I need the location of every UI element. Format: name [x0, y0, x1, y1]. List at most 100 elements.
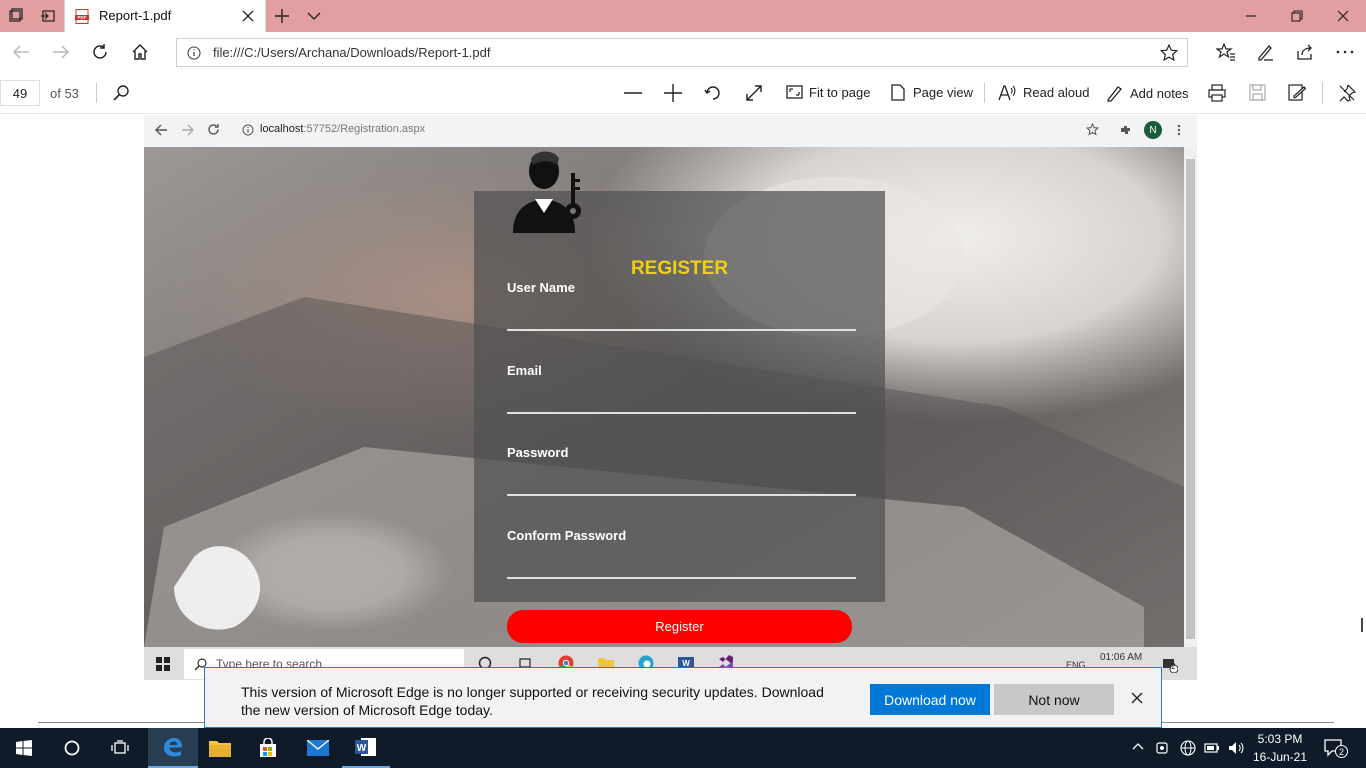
print-icon[interactable] — [1208, 84, 1226, 102]
task-view-button[interactable] — [96, 728, 144, 768]
share-icon[interactable] — [1296, 43, 1314, 61]
tab-report-pdf[interactable]: PDF Report-1.pdf — [64, 0, 266, 32]
cortana-circle-icon — [64, 740, 80, 756]
new-tab-icon[interactable] — [274, 8, 290, 24]
tab-title: Report-1.pdf — [99, 8, 172, 23]
site-info-icon[interactable] — [187, 46, 201, 60]
mail-icon — [307, 740, 329, 756]
windows-taskbar: W 5:03 PM 16-Jun-21 2 — [0, 728, 1366, 768]
store-taskbar-button[interactable] — [244, 728, 292, 768]
mail-taskbar-button[interactable] — [294, 728, 342, 768]
save-icon[interactable] — [1249, 84, 1266, 101]
divider — [1322, 82, 1323, 104]
inner-scrollbar-thumb — [1186, 159, 1195, 639]
register-button-label: Register — [655, 619, 704, 634]
edge-legacy-icon — [164, 738, 182, 757]
start-button[interactable] — [0, 728, 48, 768]
pdf-scroll-indicator[interactable] — [1361, 618, 1363, 632]
taskbar-time[interactable]: 5:03 PM — [1255, 732, 1305, 746]
page-number-input[interactable]: 49 — [0, 80, 40, 106]
close-notification-icon[interactable] — [1131, 692, 1143, 704]
download-now-button[interactable]: Download now — [870, 684, 990, 715]
close-tab-icon[interactable] — [241, 9, 255, 23]
title-bar: PDF Report-1.pdf — [0, 0, 1366, 32]
inner-notification-badge: 2 — [1171, 662, 1176, 671]
add-favorite-star-icon[interactable] — [1160, 44, 1178, 61]
file-explorer-taskbar-button[interactable] — [196, 728, 244, 768]
tab-preview-chevron-icon[interactable] — [306, 9, 322, 23]
task-view-icon — [111, 740, 129, 754]
meet-now-icon[interactable] — [1156, 740, 1172, 756]
user-name-input — [507, 329, 856, 331]
inner-profile-avatar: N — [1144, 121, 1162, 139]
notes-pen-icon[interactable] — [1256, 43, 1274, 61]
pdf-page-screenshot: localhost:57752/Registration.aspx N REGI… — [144, 115, 1197, 680]
favorites-icon[interactable] — [1216, 43, 1236, 61]
user-avatar-icon — [509, 149, 589, 233]
register-button: Register — [507, 610, 852, 643]
search-icon[interactable] — [112, 84, 130, 102]
page-total: of 53 — [50, 86, 79, 101]
back-icon[interactable] — [12, 44, 30, 60]
more-options-icon[interactable] — [1336, 50, 1354, 54]
home-icon[interactable] — [131, 43, 149, 61]
forward-icon[interactable] — [52, 44, 70, 60]
tab-actions-icon[interactable] — [8, 8, 24, 24]
inner-browser-toolbar: localhost:57752/Registration.aspx N — [144, 115, 1197, 147]
zoom-in-icon[interactable] — [664, 84, 682, 102]
page-view-icon — [891, 84, 905, 101]
pin-toolbar-icon[interactable] — [1338, 84, 1356, 102]
restore-button[interactable] — [1274, 0, 1320, 32]
fullscreen-icon[interactable] — [745, 84, 763, 102]
inner-clock: 01:06 AM — [1100, 652, 1143, 663]
fit-to-page-icon — [786, 85, 803, 99]
battery-icon[interactable] — [1204, 741, 1220, 755]
notification-message: This version of Microsoft Edge is no lon… — [241, 684, 824, 718]
pdf-toolbar: 49 of 53 Fit to page Page view Read alou… — [0, 72, 1366, 114]
inner-star-icon — [1086, 123, 1099, 136]
store-bag-icon — [260, 738, 276, 757]
confirm-password-input — [507, 577, 856, 579]
minimize-button[interactable] — [1228, 0, 1274, 32]
address-text: file:///C:/Users/Archana/Downloads/Repor… — [213, 45, 491, 60]
register-panel: REGISTER User Name Email Password Confor… — [474, 191, 885, 602]
not-now-button[interactable]: Not now — [994, 684, 1114, 715]
register-title: REGISTER — [630, 258, 729, 279]
divider — [96, 83, 97, 103]
windows-logo-icon — [16, 740, 32, 756]
close-window-button[interactable] — [1320, 0, 1366, 32]
unsupported-browser-notification: This version of Microsoft Edge is no lon… — [204, 667, 1162, 728]
svg-text:PDF: PDF — [78, 15, 87, 20]
zoom-out-icon[interactable] — [624, 92, 642, 94]
taskbar-date[interactable]: 16-Jun-21 — [1250, 750, 1310, 764]
divider — [984, 83, 985, 103]
confirm-password-label: Conform Password — [507, 528, 627, 543]
inner-forward-icon — [181, 124, 194, 136]
inner-omnibox: localhost:57752/Registration.aspx — [234, 119, 1104, 141]
inner-extensions-icon — [1119, 124, 1132, 137]
edge-taskbar-button[interactable] — [148, 728, 198, 768]
address-bar[interactable]: file:///C:/Users/Archana/Downloads/Repor… — [176, 38, 1188, 67]
svg-text:W: W — [357, 743, 367, 754]
inner-info-icon — [242, 124, 254, 136]
email-input — [507, 412, 856, 414]
set-tabs-aside-icon[interactable] — [40, 8, 56, 24]
pdf-file-icon: PDF — [75, 9, 89, 24]
read-aloud-button[interactable]: Read aloud — [998, 84, 1090, 101]
save-as-icon[interactable] — [1288, 84, 1306, 102]
network-globe-icon[interactable] — [1180, 740, 1196, 756]
add-notes-button[interactable]: Add notes — [1106, 84, 1189, 102]
volume-icon[interactable] — [1228, 740, 1244, 756]
action-center-icon[interactable]: 2 — [1324, 739, 1348, 758]
inner-url-host: localhost — [260, 123, 304, 135]
inner-url-path: :57752/Registration.aspx — [303, 123, 426, 135]
show-hidden-icons-chevron[interactable] — [1132, 742, 1144, 750]
password-input — [507, 494, 856, 496]
inner-reload-icon — [207, 123, 220, 136]
fit-to-page-button[interactable]: Fit to page — [786, 84, 870, 100]
refresh-icon[interactable] — [91, 43, 109, 61]
page-view-button[interactable]: Page view — [890, 84, 973, 101]
word-taskbar-button[interactable]: W — [342, 728, 390, 768]
cortana-button[interactable] — [48, 728, 96, 768]
rotate-icon[interactable] — [704, 84, 722, 102]
